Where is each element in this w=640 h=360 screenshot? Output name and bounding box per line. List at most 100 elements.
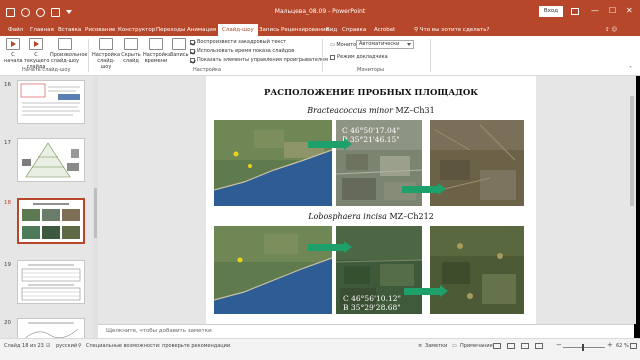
slide-counter[interactable]: Слайд 18 из 23: [4, 343, 44, 349]
from-beginning-button[interactable]: С начала: [4, 38, 23, 64]
slide-thumbnail-18[interactable]: [17, 198, 85, 244]
slide-scrollbar[interactable]: [628, 76, 636, 324]
monitor-select[interactable]: Автоматически: [356, 40, 414, 49]
undo-icon[interactable]: [21, 7, 30, 17]
ground-photo-2: [430, 226, 524, 314]
group-label-monitors: Мониторы: [357, 67, 384, 73]
show-media-controls-checkbox[interactable]: Показать элементы управления проигрывате…: [190, 57, 328, 63]
ground-photo-graphic: [430, 226, 524, 314]
ribbon-separator: [88, 39, 89, 72]
save-icon[interactable]: [6, 7, 15, 17]
scrollbar-thumb[interactable]: [94, 188, 97, 238]
slide-sorter-icon[interactable]: [507, 343, 515, 349]
tell-me-text: Что вы хотите сделать?: [419, 27, 490, 33]
tell-me-search[interactable]: ⚲ Что вы хотите сделать?: [414, 24, 489, 36]
coord-lat-1: С 46°50'17.04": [342, 126, 400, 135]
ribbon-separator: [322, 39, 323, 72]
play-narrations-label: Воспроизвести закадровый текст: [197, 39, 287, 45]
accessibility-icon[interactable]: ⚲: [78, 343, 82, 349]
slide-thumbnail-17[interactable]: [17, 138, 85, 182]
redo-icon[interactable]: [36, 7, 45, 17]
setup-slideshow-button[interactable]: Настройка слайд-шоу: [92, 38, 120, 70]
coordinates-2: С 46°56'10.12" В 35°29'28.68": [343, 294, 401, 312]
zoom-level[interactable]: 62 %: [616, 343, 629, 349]
arrow-shaft: [404, 288, 440, 295]
use-timings-checkbox[interactable]: Использовать время показа слайдов: [190, 48, 294, 54]
close-button[interactable]: ✕: [626, 7, 633, 15]
group-label-start: Начать слайд-шоу: [22, 67, 71, 73]
arrow-right-icon: [404, 285, 448, 297]
start-slideshow-icon[interactable]: [51, 7, 60, 17]
slide-thumbnail-graphic: [22, 203, 80, 239]
tab-help[interactable]: Справка: [342, 24, 366, 36]
collapse-ribbon-icon[interactable]: ˄: [629, 66, 632, 73]
zoom-out-button[interactable]: −: [556, 341, 562, 349]
slide-thumbnail-graphic: [22, 142, 79, 178]
play-narrations-checkbox[interactable]: Воспроизвести закадровый текст: [190, 39, 286, 45]
slide-number: 17: [4, 140, 11, 146]
zoom-in-button[interactable]: +: [607, 341, 613, 349]
tab-draw[interactable]: Рисование: [85, 24, 115, 36]
from-current-button[interactable]: С текущего слайда: [24, 38, 49, 70]
slide-editing-area: РАСПОЛОЖЕНИЕ ПРОБНЫХ ПЛОЩАДОК Bracteacoc…: [98, 76, 634, 324]
rehearse-label: Настройка времени: [143, 52, 172, 64]
tab-insert[interactable]: Вставка: [58, 24, 81, 36]
record-label: Запись: [170, 52, 189, 58]
arrow-shaft: [308, 244, 344, 251]
customize-toolbar-icon[interactable]: [66, 10, 72, 14]
species-name-1: Bracteacoccus minor: [307, 106, 393, 115]
notes-icon[interactable]: ≡: [418, 343, 422, 349]
notes-toggle-button[interactable]: Заметки: [425, 343, 447, 349]
reading-view-icon[interactable]: [521, 343, 529, 349]
use-timings-label: Использовать время показа слайдов: [197, 48, 295, 54]
spell-check-icon[interactable]: ☑: [46, 343, 50, 349]
rehearse-timings-button[interactable]: Настройка времени: [143, 38, 172, 64]
record-button[interactable]: Запись: [170, 38, 188, 58]
language-indicator[interactable]: русский: [56, 343, 77, 349]
tab-slideshow[interactable]: Слайд-шоу: [218, 24, 258, 36]
current-slide[interactable]: РАСПОЛОЖЕНИЕ ПРОБНЫХ ПЛОЩАДОК Bracteacoc…: [206, 76, 536, 324]
tab-design[interactable]: Конструктор: [118, 24, 155, 36]
tab-transitions[interactable]: Переходы: [156, 24, 185, 36]
record-icon: [172, 38, 186, 50]
notes-placeholder: Щелкните, чтобы добавить заметки: [106, 328, 212, 334]
tab-view[interactable]: Вид: [326, 24, 337, 36]
slide-thumbnail-19[interactable]: [17, 260, 85, 304]
tab-home[interactable]: Главная: [30, 24, 54, 36]
custom-show-button[interactable]: Произвольное слайд-шоу: [50, 38, 87, 64]
notes-pane[interactable]: Щелкните, чтобы добавить заметки: [98, 324, 634, 338]
ribbon-display-options-icon[interactable]: [571, 8, 579, 15]
comments-toggle-button[interactable]: Примечания: [460, 343, 493, 349]
minimize-button[interactable]: —: [591, 7, 599, 15]
maximize-button[interactable]: ☐: [609, 7, 616, 15]
tab-acrobat[interactable]: Acrobat: [374, 24, 395, 36]
tab-animations[interactable]: Анимация: [187, 24, 216, 36]
signin-button[interactable]: Вход: [539, 6, 563, 17]
arrow-head: [344, 138, 352, 150]
hide-slide-button[interactable]: Скрыть слайд: [121, 38, 141, 64]
tab-record[interactable]: Запись: [259, 24, 279, 36]
fit-slide-icon[interactable]: [630, 343, 637, 349]
slideshow-view-icon[interactable]: [535, 343, 543, 349]
zoom-slider-handle[interactable]: [582, 344, 584, 351]
slide-number: 16: [4, 82, 11, 88]
normal-view-icon[interactable]: [493, 343, 501, 349]
zoom-slider[interactable]: [563, 347, 605, 348]
share-button[interactable]: ⇪ ☺: [605, 26, 635, 34]
tab-review[interactable]: Рецензирование: [281, 24, 329, 36]
arrow-head: [440, 285, 448, 297]
custom-show-label: Произвольное слайд-шоу: [50, 52, 88, 64]
satellite-map-2: [214, 226, 332, 314]
slide-thumbnail-graphic: [20, 83, 80, 116]
scrollbar-thumb[interactable]: [630, 96, 634, 206]
satellite-map-1: [214, 120, 332, 206]
accessibility-status[interactable]: Специальные возможности: проверьте реком…: [86, 343, 230, 349]
tab-file[interactable]: Файл: [8, 24, 23, 36]
comments-icon[interactable]: ▭: [452, 343, 457, 349]
checkbox-unchecked-icon: [330, 54, 335, 60]
slide-number: 20: [4, 320, 11, 326]
coord-lat-2: С 46°56'10.12": [343, 294, 401, 303]
from-beginning-label: С начала: [4, 52, 23, 64]
presenter-view-checkbox[interactable]: Режим докладчика: [330, 54, 388, 60]
slide-thumbnail-16[interactable]: [17, 80, 85, 124]
